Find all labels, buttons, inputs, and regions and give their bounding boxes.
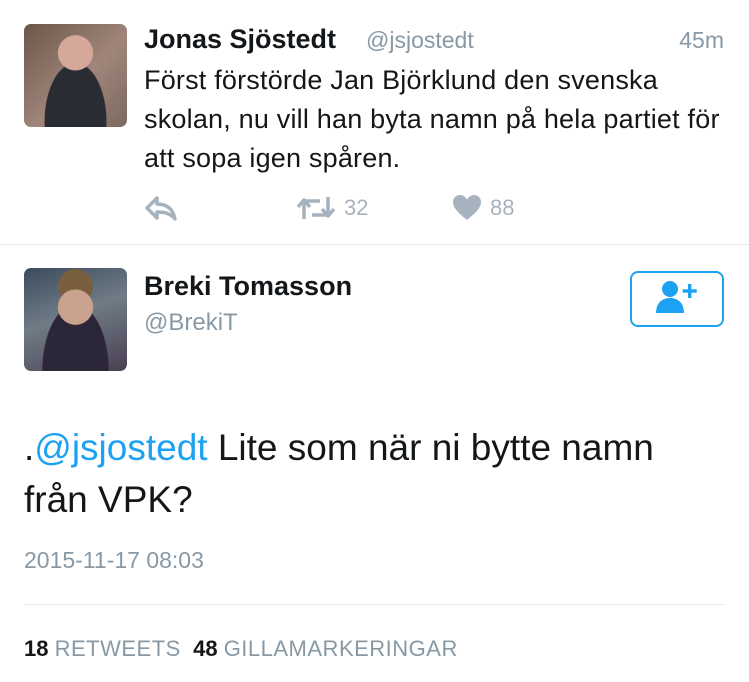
- main-tweet: Breki Tomasson @BrekiT .@jsjostedt Lite …: [0, 245, 749, 682]
- follow-button[interactable]: [630, 271, 724, 327]
- author-name[interactable]: Jonas Sjöstedt: [144, 24, 336, 55]
- avatar[interactable]: [24, 24, 127, 127]
- likes-label: GILLAMARKERINGAR: [223, 636, 458, 661]
- retweets-count: 18: [24, 636, 49, 661]
- parent-tweet[interactable]: Jonas Sjöstedt @jsjostedt 45m Först förs…: [0, 0, 749, 245]
- retweet-icon: [296, 194, 336, 222]
- tweet-text: Först förstörde Jan Björklund den svensk…: [144, 65, 720, 173]
- author-handle[interactable]: @jsjostedt: [366, 27, 474, 54]
- reply-icon: [144, 194, 178, 222]
- tweet-text: .@jsjostedt Lite som när ni bytte namn f…: [24, 422, 724, 526]
- retweets-stat[interactable]: 18 RETWEETS: [24, 636, 181, 661]
- follow-user-icon: [654, 279, 700, 320]
- like-count: 88: [490, 195, 515, 220]
- tweet-timestamp: 45m: [679, 27, 724, 53]
- divider: [24, 604, 725, 605]
- tweet-date: 2015-11-17 08:03: [24, 547, 204, 573]
- retweet-button[interactable]: 32: [296, 192, 368, 224]
- likes-stat[interactable]: 48 GILLAMARKERINGAR: [193, 636, 458, 661]
- reply-button[interactable]: [144, 192, 178, 224]
- retweet-count: 32: [344, 195, 369, 220]
- author-handle[interactable]: @BrekiT: [144, 309, 238, 337]
- mention-link[interactable]: @jsjostedt: [34, 427, 207, 468]
- author-name[interactable]: Breki Tomasson: [144, 271, 352, 302]
- tweet-stats: 18 RETWEETS 48 GILLAMARKERINGAR: [24, 636, 458, 662]
- likes-count: 48: [193, 636, 218, 661]
- retweets-label: RETWEETS: [54, 636, 181, 661]
- tweet-actions: 32 88: [144, 192, 564, 224]
- tweet-header: Jonas Sjöstedt @jsjostedt 45m: [144, 20, 728, 60]
- text-prefix: .: [24, 427, 35, 468]
- heart-icon: [452, 194, 482, 222]
- like-button[interactable]: 88: [452, 192, 514, 224]
